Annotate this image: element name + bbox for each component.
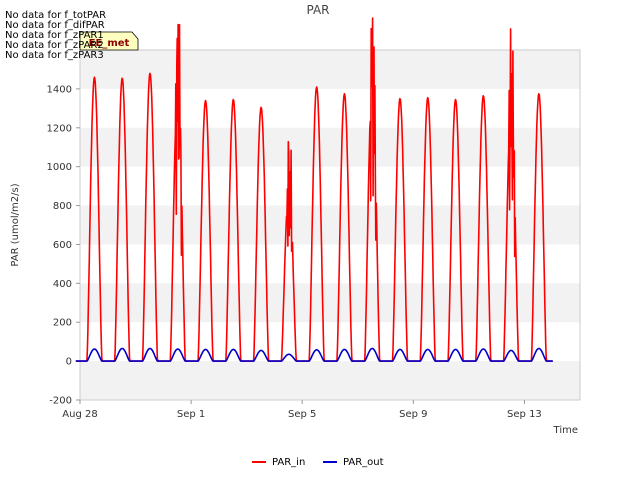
x-tick-label: Sep 1 (177, 409, 205, 420)
par-chart: -200 0 200 400 600 800 1000 1200 1400 Aug 28 Sep … (0, 0, 640, 480)
chart-title: PAR (306, 3, 329, 17)
y-tick-label: 1400 (47, 84, 72, 95)
y-tick-label: 0 (66, 357, 72, 368)
x-axis-title: Time (553, 425, 578, 436)
legend-label-par-in: PAR_in (272, 457, 305, 468)
legend-label-par-out: PAR_out (343, 457, 384, 468)
y-tick-label: 400 (53, 279, 72, 290)
grid-band (80, 50, 580, 89)
y-axis-title: PAR (umol/m2/s) (10, 183, 21, 266)
no-data-messages: No data for f_totPAR No data for f_difPA… (5, 10, 106, 61)
x-tick-label: Aug 28 (62, 409, 97, 420)
y-tick-label: -200 (49, 396, 72, 407)
y-tick-label: 1200 (47, 123, 72, 134)
grid-band (80, 361, 580, 400)
grid-band (80, 127, 580, 167)
y-tick-label: 1000 (47, 162, 72, 173)
y-tick-label: 200 (53, 318, 72, 329)
no-data-line: No data for f_zPAR3 (5, 50, 104, 61)
y-tick-label: 800 (53, 201, 72, 212)
y-tick-label: 600 (53, 240, 72, 251)
x-tick-label: Sep 9 (399, 409, 427, 420)
x-tick-label: Sep 5 (288, 409, 316, 420)
x-tick-label: Sep 13 (507, 409, 542, 420)
